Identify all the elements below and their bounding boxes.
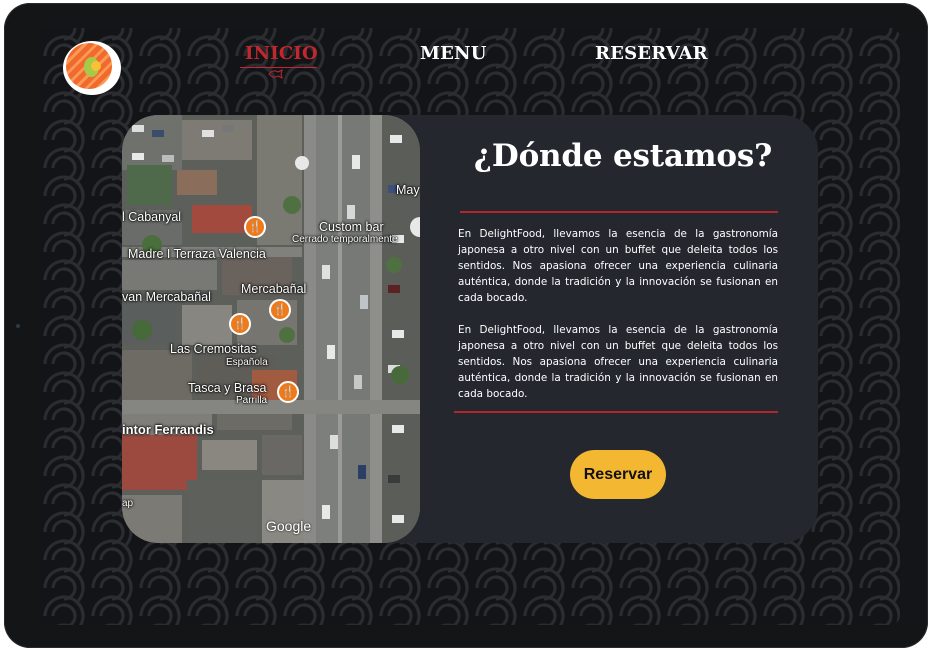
map-label-cremositas: Las Cremositas <box>170 342 257 356</box>
egg-graphic <box>91 61 101 71</box>
map-imagery <box>122 115 420 543</box>
intro-paragraph: En DelightFood, llevamos la esencia de l… <box>458 228 778 304</box>
divider-top <box>460 211 778 213</box>
divider-bottom <box>454 411 778 413</box>
map-attribution: Google <box>266 518 312 534</box>
location-card: l Cabanyal Madre I Terraza Valencia Cust… <box>122 115 818 543</box>
map-label-may: May <box>396 183 420 197</box>
app-screen: INICIO MENU RESERVAR l Cabanyal Madre I … <box>40 28 900 625</box>
map-label-pintor: intor Ferrandis <box>122 422 214 437</box>
fish-icon <box>268 69 283 79</box>
map-label-tasca: Tasca y Brasa <box>188 381 267 395</box>
map-label-cabanyal: l Cabanyal <box>122 210 182 224</box>
section-title: ¿Dónde estamos? <box>473 138 773 174</box>
map-label-rap: ap <box>122 498 134 509</box>
restaurant-pin-icon[interactable]: 🍴 <box>229 313 251 335</box>
intro-paragraph: En DelightFood, llevamos la esencia de l… <box>458 324 778 400</box>
restaurant-pin-icon[interactable]: 🍴 <box>244 216 266 238</box>
logo[interactable] <box>63 41 121 95</box>
nav-link-inicio[interactable]: INICIO <box>245 43 318 64</box>
restaurant-pin-icon[interactable]: 🍴 <box>277 381 299 403</box>
map-label-custom-bar: Custom bar <box>319 220 384 234</box>
nav-link-menu[interactable]: MENU <box>420 43 487 64</box>
nav-link-reservar[interactable]: RESERVAR <box>595 43 708 64</box>
restaurant-pin-icon[interactable]: 🍴 <box>269 299 291 321</box>
location-map[interactable]: l Cabanyal Madre I Terraza Valencia Cust… <box>122 115 420 543</box>
device-frame: INICIO MENU RESERVAR l Cabanyal Madre I … <box>4 3 928 648</box>
map-label-mercabanal: Mercabañal <box>241 282 307 296</box>
reserve-button[interactable]: Reservar <box>570 450 666 499</box>
nav-active-underline <box>240 67 317 68</box>
map-label-madre: Madre I Terraza Valencia <box>128 247 266 261</box>
map-label-espanola: Española <box>226 357 268 368</box>
map-label-parrilla: Parrilla <box>236 395 268 406</box>
camera-dot <box>16 324 20 328</box>
map-label-mercabanal-left: van Mercabañal <box>122 290 211 304</box>
map-label-cerrado: Cerrado temporalmente <box>292 234 398 245</box>
